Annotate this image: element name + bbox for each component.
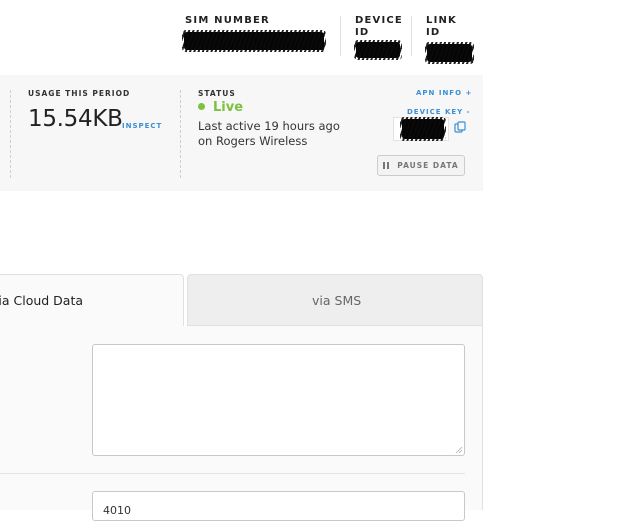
device-id-column: DEVICE ID — [355, 15, 403, 39]
sim-number-label: SIM NUMBER — [185, 15, 270, 26]
tab-sms-label: via SMS — [312, 293, 362, 308]
sim-number-redacted — [182, 30, 326, 52]
dashed-divider — [10, 90, 11, 178]
pause-data-button[interactable]: PAUSE DATA — [377, 155, 465, 176]
link-id-label: LINK ID — [426, 15, 458, 38]
device-key-link[interactable]: DEVICE KEY - — [407, 108, 471, 116]
message-textarea[interactable] — [92, 344, 465, 456]
form-divider — [0, 473, 465, 474]
apn-info-link[interactable]: APN INFO + — [416, 89, 472, 97]
header-divider — [340, 16, 341, 56]
live-dot-icon — [198, 103, 205, 110]
device-id-label: DEVICE ID — [355, 15, 403, 38]
resize-grip-icon[interactable] — [455, 446, 463, 454]
last-active-text: Last active 19 hours ago — [198, 119, 340, 133]
tab-cloud-data[interactable]: via Cloud Data — [0, 274, 184, 328]
copy-icon[interactable] — [454, 121, 466, 133]
usage-value: 15.54KB — [28, 106, 123, 132]
pause-data-label: PAUSE DATA — [397, 161, 459, 170]
status-state: Live — [213, 100, 244, 115]
tab-sms[interactable]: via SMS — [187, 274, 483, 326]
device-id-redacted — [354, 40, 402, 60]
link-id-column: LINK ID — [426, 15, 466, 39]
status-label: STATUS — [198, 89, 236, 98]
link-id-redacted — [425, 42, 474, 64]
pause-icon — [383, 162, 390, 169]
tab-cloud-data-label: via Cloud Data — [0, 293, 84, 308]
device-key-redacted — [400, 117, 446, 141]
sim-number-column: SIM NUMBER — [185, 15, 270, 27]
header-divider — [411, 16, 412, 56]
port-value: 4010 — [103, 504, 131, 517]
usage-label: USAGE THIS PERIOD — [28, 89, 131, 98]
port-input[interactable]: 4010 — [92, 491, 465, 521]
status-live: Live — [198, 100, 243, 115]
carrier-text: on Rogers Wireless — [198, 134, 308, 148]
inspect-link[interactable]: INSPECT — [122, 122, 162, 130]
dashed-divider — [180, 90, 181, 178]
